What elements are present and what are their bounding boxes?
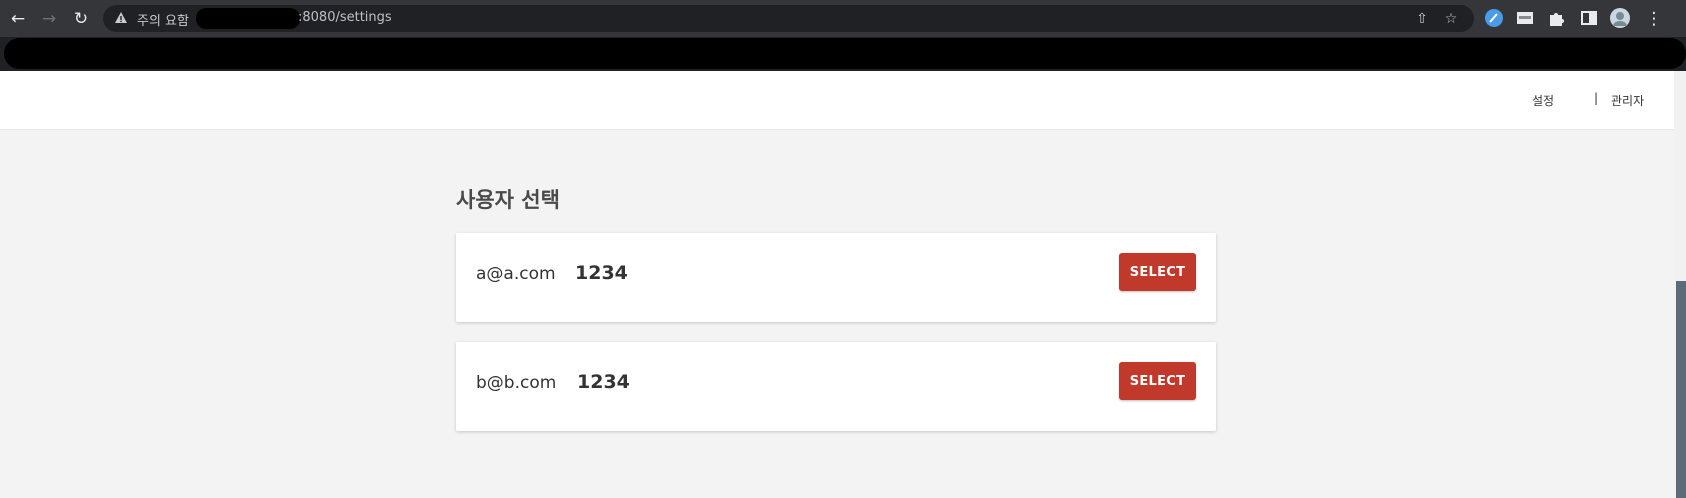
warning-icon — [115, 12, 127, 23]
browser-toolbar: ← → ↻ 주의 요함 :8080/settings ⇧ ☆ ⋮ — [0, 0, 1686, 37]
address-bar[interactable]: 주의 요함 :8080/settings ⇧ ☆ — [103, 5, 1474, 32]
security-label[interactable]: 주의 요함 — [137, 10, 189, 29]
scrollbar-thumb[interactable] — [1676, 281, 1686, 498]
user-code: 1234 — [575, 262, 628, 284]
bookmark-star-icon[interactable]: ☆ — [1441, 9, 1461, 29]
header-link-admin[interactable]: 관리자 — [1611, 92, 1644, 109]
extensions-puzzle-icon[interactable] — [1545, 7, 1567, 29]
redacted-host — [196, 8, 300, 29]
profile-avatar[interactable] — [1609, 7, 1631, 29]
app-header: 설정 | 관리자 — [0, 71, 1674, 130]
back-icon[interactable]: ← — [7, 8, 29, 30]
bookmarks-bar — [0, 37, 1686, 71]
user-email: b@b.com — [476, 373, 557, 393]
url-text[interactable]: :8080/settings — [298, 10, 392, 25]
header-separator: | — [1594, 91, 1599, 105]
reload-icon[interactable]: ↻ — [70, 8, 92, 30]
share-icon[interactable]: ⇧ — [1412, 9, 1432, 29]
side-panel-icon[interactable] — [1578, 7, 1600, 29]
extension-fonts-icon[interactable] — [1514, 7, 1536, 29]
more-menu-icon[interactable]: ⋮ — [1643, 8, 1665, 30]
user-code: 1234 — [577, 371, 630, 393]
user-card: a@a.com 1234 SELECT — [456, 233, 1216, 322]
page-title: 사용자 선택 — [456, 188, 560, 212]
select-user-button[interactable]: SELECT — [1119, 362, 1196, 400]
user-email: a@a.com — [476, 264, 556, 284]
header-link-settings[interactable]: 설정 — [1532, 92, 1554, 109]
user-card: b@b.com 1234 SELECT — [456, 342, 1216, 431]
main-content: 사용자 선택 a@a.com 1234 SELECT b@b.com 1234 … — [0, 130, 1674, 498]
browser-chrome: ← → ↻ 주의 요함 :8080/settings ⇧ ☆ ⋮ — [0, 0, 1686, 71]
redacted-bookmarks — [4, 38, 1686, 69]
page-scrollbar[interactable] — [1674, 71, 1686, 498]
forward-icon[interactable]: → — [38, 8, 60, 30]
extension-feather-icon[interactable] — [1483, 7, 1505, 29]
select-user-button[interactable]: SELECT — [1119, 253, 1196, 291]
